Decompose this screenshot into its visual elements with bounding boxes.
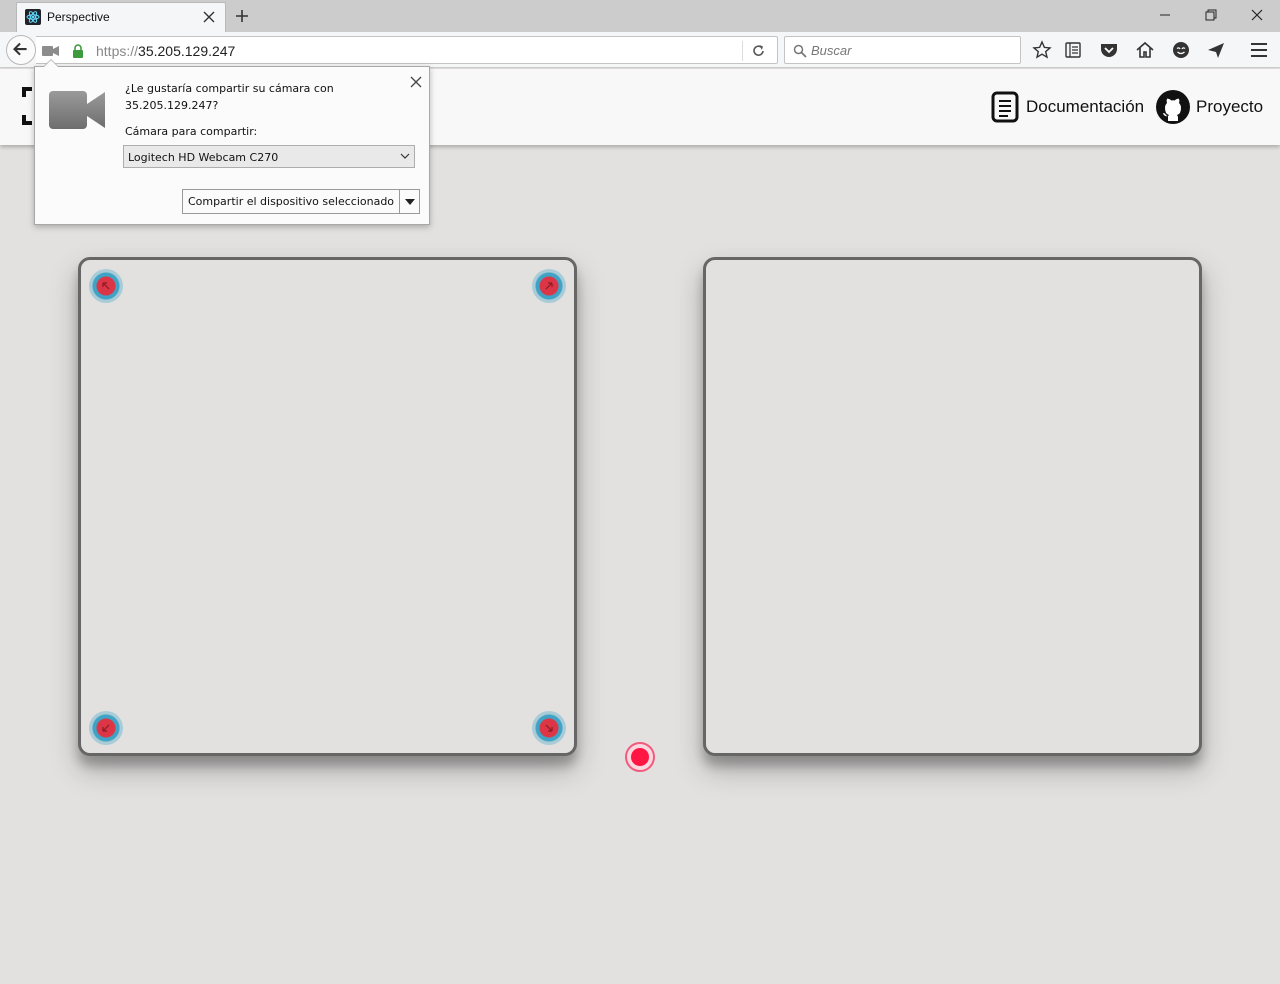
popup-arrow (43, 59, 59, 67)
project-link[interactable]: Proyecto (1156, 90, 1263, 124)
minimize-icon[interactable] (1150, 4, 1180, 26)
caret-down-icon (405, 199, 415, 205)
permission-question: ¿Le gustaría compartir su cámara con 35.… (125, 82, 334, 112)
camera-select-label: Cámara para compartir: (125, 125, 258, 138)
camera-icon[interactable] (42, 44, 60, 58)
url-text: https://35.205.129.247 (96, 43, 235, 59)
resize-arrow-icon (102, 724, 110, 732)
record-dot-icon (631, 748, 649, 766)
corner-handle-top-left[interactable] (89, 269, 123, 303)
reload-icon[interactable] (750, 42, 768, 60)
chat-icon[interactable] (1170, 39, 1192, 61)
react-favicon-icon (25, 9, 41, 25)
corner-handle-bottom-right[interactable] (532, 711, 566, 745)
url-host: 35.205.129.247 (138, 43, 236, 59)
url-separator (742, 41, 743, 61)
share-split-button: Compartir el dispositivo seleccionado (182, 189, 420, 214)
resize-arrow-icon (545, 282, 553, 290)
camera-permission-popup: ¿Le gustaría compartir su cámara con 35.… (34, 59, 430, 225)
url-bar[interactable]: https://35.205.129.247 (36, 36, 778, 64)
tab-title: Perspective (47, 10, 110, 24)
documentation-link[interactable]: Documentación (990, 90, 1144, 124)
search-icon (793, 44, 807, 58)
close-icon[interactable] (201, 9, 217, 25)
project-label: Proyecto (1196, 97, 1264, 116)
camera-select[interactable]: Logitech HD Webcam C270 (123, 145, 415, 168)
lock-icon[interactable] (72, 44, 84, 58)
resize-arrow-icon (545, 724, 553, 732)
reading-list-icon[interactable] (1062, 39, 1084, 61)
star-icon[interactable] (1031, 39, 1053, 61)
result-panel (703, 257, 1202, 756)
pocket-icon[interactable] (1098, 39, 1120, 61)
documentation-label: Documentación (1026, 97, 1145, 116)
capture-button[interactable] (625, 742, 655, 772)
share-options-dropdown[interactable] (399, 190, 419, 213)
chevron-down-icon (400, 153, 410, 159)
url-protocol: https:// (96, 43, 139, 59)
menu-icon[interactable] (1248, 39, 1270, 61)
send-icon[interactable] (1205, 39, 1227, 61)
corner-handle-top-right[interactable] (532, 269, 566, 303)
search-bar[interactable] (784, 36, 1021, 64)
github-icon (1156, 90, 1190, 124)
resize-arrow-icon (102, 282, 110, 290)
back-arrow-icon (13, 42, 27, 56)
close-window-icon[interactable] (1242, 4, 1272, 26)
tab-bar: Perspective (0, 0, 1280, 32)
plus-icon[interactable] (232, 6, 252, 26)
source-panel (78, 257, 577, 756)
share-device-label: Compartir el dispositivo seleccionado (187, 195, 395, 208)
tab-perspective[interactable]: Perspective (16, 2, 226, 32)
navigation-toolbar: https://35.205.129.247 (0, 32, 1280, 68)
share-device-button[interactable]: Compartir el dispositivo seleccionado (183, 190, 399, 213)
camera-select-value: Logitech HD Webcam C270 (128, 151, 279, 164)
search-input[interactable] (811, 41, 1011, 59)
back-button[interactable] (6, 35, 36, 65)
video-camera-icon (49, 91, 105, 129)
document-icon (991, 91, 1019, 123)
restore-icon[interactable] (1196, 4, 1226, 26)
corner-handle-bottom-left[interactable] (89, 711, 123, 745)
home-icon[interactable] (1134, 39, 1156, 61)
close-icon[interactable] (409, 75, 423, 89)
